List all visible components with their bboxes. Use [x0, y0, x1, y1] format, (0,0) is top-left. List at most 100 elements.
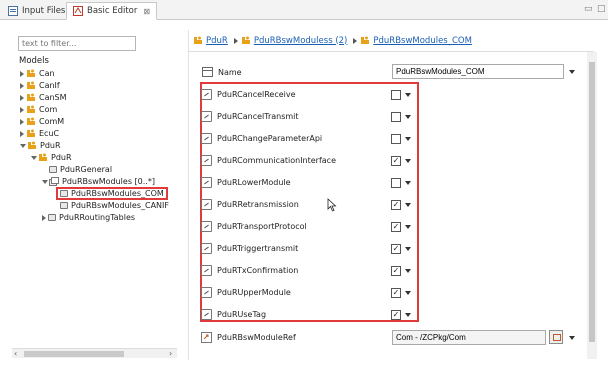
- chevron-down-icon[interactable]: [405, 225, 411, 229]
- scrollbar-thumb[interactable]: [24, 351, 124, 357]
- scroll-left-icon[interactable]: ‹: [14, 349, 17, 358]
- tree-label: ComM: [39, 117, 65, 126]
- input-files-icon: [8, 6, 18, 16]
- tree-item-cansm[interactable]: CanSM: [18, 92, 67, 103]
- name-field[interactable]: [392, 64, 564, 79]
- tree-item-can[interactable]: Can: [18, 68, 55, 79]
- tree-horizontal-scrollbar[interactable]: ‹ ›: [12, 348, 177, 358]
- chevron-down-icon[interactable]: [405, 93, 411, 97]
- module-icon: [27, 105, 35, 113]
- parameter-icon: [201, 132, 212, 144]
- tree-item-ecuc[interactable]: EcuC: [18, 128, 59, 139]
- param-label: PduRTransportProtocol: [217, 221, 307, 231]
- param-label: PduRUseTag: [217, 309, 267, 319]
- chevron-down-icon[interactable]: [405, 291, 411, 295]
- param-checkbox[interactable]: ✓: [391, 310, 401, 320]
- param-row: PduRChangeParameterApi: [201, 129, 322, 147]
- param-checkbox[interactable]: [391, 90, 401, 100]
- param-checkbox[interactable]: [391, 112, 401, 122]
- close-icon[interactable]: ⊠: [143, 7, 150, 16]
- param-label: PduRCancelReceive: [217, 89, 296, 99]
- chevron-down-icon[interactable]: [405, 247, 411, 251]
- chevron-down-icon[interactable]: [405, 203, 411, 207]
- chevron-down-icon[interactable]: [405, 137, 411, 141]
- expand-icon[interactable]: [20, 70, 24, 77]
- param-checkbox[interactable]: ✓: [391, 156, 401, 166]
- name-row: Name: [202, 63, 242, 81]
- param-label: PduRLowerModule: [217, 177, 291, 187]
- param-checkbox[interactable]: [391, 178, 401, 188]
- expand-icon[interactable]: [20, 130, 24, 137]
- expand-icon[interactable]: [42, 214, 46, 221]
- module-icon: [27, 81, 35, 89]
- module-icon: [28, 141, 36, 149]
- model-tree-panel: Models Can CanIf CanSM Com ComM EcuC Pdu…: [12, 30, 177, 360]
- reference-icon: [201, 331, 212, 343]
- param-checkbox[interactable]: ✓: [391, 266, 401, 276]
- param-checkbox[interactable]: ✓: [391, 244, 401, 254]
- parameter-icon: [201, 154, 212, 166]
- breadcrumb-link-pdur[interactable]: PduR: [206, 36, 228, 46]
- param-row: PduRRetransmission: [201, 195, 299, 213]
- scrollbar-thumb[interactable]: [589, 62, 595, 342]
- mouse-cursor-icon: [327, 198, 337, 212]
- filter-input[interactable]: [18, 36, 136, 51]
- container-icon: [49, 166, 57, 173]
- param-label: PduRChangeParameterApi: [217, 133, 323, 143]
- param-row: PduRCancelReceive: [201, 85, 296, 103]
- reference-field[interactable]: [392, 330, 546, 345]
- chevron-down-icon[interactable]: [405, 115, 411, 119]
- tree-item-comm[interactable]: ComM: [18, 116, 64, 127]
- breadcrumb-separator-icon: [233, 37, 238, 44]
- param-checkbox[interactable]: ✓: [391, 288, 401, 298]
- chevron-down-icon[interactable]: [405, 159, 411, 163]
- param-checkbox[interactable]: ✓: [391, 200, 401, 210]
- tab-input-files[interactable]: Input Files: [2, 2, 71, 20]
- expand-icon[interactable]: [20, 82, 24, 89]
- param-checkbox[interactable]: [391, 134, 401, 144]
- chevron-down-icon[interactable]: [405, 313, 411, 317]
- breadcrumb-link-modules[interactable]: PduRBswModuless (2): [254, 36, 348, 46]
- chevron-down-icon[interactable]: [405, 269, 411, 273]
- minimize-icon[interactable]: ▭: [584, 4, 593, 14]
- collapse-icon[interactable]: [42, 179, 48, 184]
- tree-item-pdurroutingtables[interactable]: PduRRoutingTables: [40, 212, 135, 223]
- tree-item-pdur[interactable]: PduR: [18, 140, 61, 151]
- param-row: PduRTriggertransmit: [201, 239, 298, 257]
- tree-item-pdurbswmodules[interactable]: PduRBswModules [0..*]: [40, 176, 155, 187]
- editor-vertical-scrollbar[interactable]: [587, 52, 597, 359]
- tree-item-pdur-module[interactable]: PduR: [29, 152, 72, 163]
- scroll-right-icon[interactable]: ›: [169, 349, 172, 358]
- expand-icon[interactable]: [20, 118, 24, 125]
- tree-label: PduRBswModules_COM: [71, 189, 164, 198]
- tree-item-pdurbswmodules-com[interactable]: PduRBswModules_COM: [56, 187, 168, 200]
- module-icon: [27, 129, 35, 137]
- expand-icon[interactable]: [20, 94, 24, 101]
- basic-editor-icon: [73, 6, 83, 16]
- param-checkbox[interactable]: ✓: [391, 222, 401, 232]
- tree-item-com[interactable]: Com: [18, 104, 57, 115]
- editor-tab-bar: Input Files Basic Editor ⊠ ▭ □: [0, 0, 608, 20]
- tree-item-canif[interactable]: CanIf: [18, 80, 60, 91]
- module-icon: [361, 36, 370, 44]
- tree-item-pdurgeneral[interactable]: PduRGeneral: [49, 164, 112, 175]
- param-label: PduRRetransmission: [217, 199, 299, 209]
- tree-label: PduRBswModules [0..*]: [62, 177, 155, 186]
- param-row: PduRCommunicationInterface: [201, 151, 336, 169]
- collapse-icon[interactable]: [20, 143, 26, 148]
- tree-label: CanIf: [39, 81, 60, 90]
- chevron-down-icon[interactable]: [405, 181, 411, 185]
- browse-reference-button[interactable]: [549, 330, 563, 344]
- reference-dropdown-icon[interactable]: [569, 336, 575, 340]
- tree-item-pdurbswmodules-canif[interactable]: PduRBswModules_CANIF: [60, 200, 169, 211]
- maximize-icon[interactable]: □: [597, 4, 606, 14]
- collapse-icon[interactable]: [31, 155, 37, 160]
- module-icon: [27, 117, 35, 125]
- expand-icon[interactable]: [20, 106, 24, 113]
- parameter-icon: [201, 110, 212, 122]
- parameter-icon: [201, 264, 212, 276]
- tab-basic-editor[interactable]: Basic Editor ⊠: [66, 2, 158, 20]
- name-dropdown-icon[interactable]: [569, 70, 575, 74]
- tree-label: PduRRoutingTables: [59, 213, 136, 222]
- breadcrumb-link-current[interactable]: PduRBswModules_COM: [373, 36, 472, 46]
